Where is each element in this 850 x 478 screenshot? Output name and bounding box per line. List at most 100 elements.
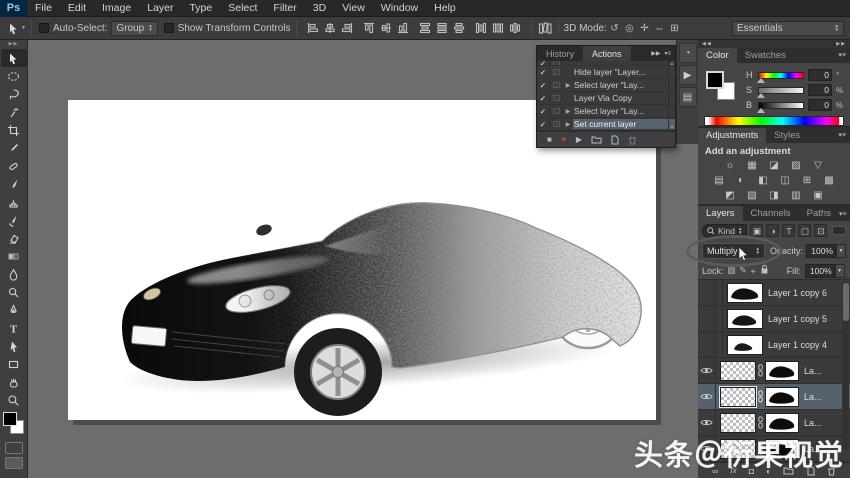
action-check[interactable]: ✓ — [537, 94, 550, 103]
distribute-left-edges-icon[interactable] — [473, 21, 489, 36]
filter-shape-layers-icon[interactable]: ▢ — [798, 224, 811, 237]
delete-action-icon[interactable] — [628, 135, 637, 145]
photo-filter-icon[interactable]: ◫ — [777, 174, 794, 187]
brightness-slider[interactable] — [758, 102, 804, 109]
action-dialog-toggle[interactable] — [550, 108, 563, 114]
filter-type-layers-icon[interactable]: T — [782, 224, 795, 237]
menu-layer[interactable]: Layer — [139, 0, 181, 17]
lock-position-icon[interactable]: + — [751, 266, 756, 276]
visibility-toggle[interactable] — [698, 410, 716, 435]
layer-thumbnail[interactable] — [727, 309, 763, 329]
document-canvas[interactable] — [68, 100, 656, 420]
play-action-button[interactable]: ▶ — [576, 135, 582, 144]
mask-link-icon[interactable] — [756, 364, 765, 377]
color-swatch-pair[interactable] — [706, 71, 740, 105]
eyedropper-tool[interactable] — [1, 139, 27, 157]
tab-actions[interactable]: Actions — [583, 46, 631, 61]
layer-thumbnail[interactable] — [720, 387, 756, 407]
menu-select[interactable]: Select — [220, 0, 265, 17]
distribute-horizontal-centers-icon[interactable] — [490, 21, 506, 36]
levels-icon[interactable]: ▦ — [744, 159, 761, 172]
filter-adjustment-layers-icon[interactable]: ◑ — [766, 224, 779, 237]
3d-pan-icon[interactable]: ✛ — [637, 23, 652, 34]
layer-row[interactable]: La... — [698, 436, 850, 462]
panel-menu-icon[interactable]: ▾≡ — [664, 50, 671, 57]
layer-mask-thumbnail[interactable] — [765, 361, 799, 381]
action-dialog-toggle[interactable] — [550, 121, 563, 127]
align-left-edges-icon[interactable] — [305, 21, 321, 36]
new-set-folder-icon[interactable] — [591, 135, 602, 144]
color-spectrum-ramp[interactable] — [704, 116, 844, 126]
dock-expand-icon[interactable]: ▶▶ — [836, 41, 846, 47]
foreground-color-swatch[interactable] — [706, 71, 724, 89]
color-lookup-icon[interactable]: ▩ — [821, 174, 838, 187]
action-dialog-toggle[interactable] — [550, 95, 563, 101]
menu-view[interactable]: View — [334, 0, 373, 17]
layer-row[interactable]: La... — [698, 410, 850, 436]
new-action-icon[interactable] — [611, 135, 619, 145]
shape-tool[interactable] — [1, 355, 27, 373]
add-layer-mask-icon[interactable]: ◘ — [749, 466, 754, 476]
layer-thumbnail[interactable] — [727, 335, 763, 355]
canvas-workspace[interactable]: History Actions ▶ ▶ ▾≡ ✓ ✓ — [28, 40, 698, 478]
curves-icon[interactable]: ◪ — [766, 159, 783, 172]
stop-recording-button[interactable]: ■ — [547, 135, 552, 144]
panel-menu-icon[interactable]: ▾≡ — [839, 206, 850, 221]
layer-row-selected[interactable]: La... — [698, 384, 850, 410]
tab-color[interactable]: Color — [698, 48, 737, 63]
clone-stamp-tool[interactable] — [1, 193, 27, 211]
lock-transparency-icon[interactable]: ▨ — [728, 265, 736, 276]
quick-select-tool[interactable] — [1, 103, 27, 121]
action-dialog-toggle[interactable] — [550, 69, 563, 75]
tab-history[interactable]: History — [537, 46, 583, 61]
layer-row[interactable]: Layer 1 copy 6 — [698, 280, 850, 306]
layer-row[interactable]: La... — [698, 358, 850, 384]
menu-window[interactable]: Window — [373, 0, 426, 17]
menu-3d[interactable]: 3D — [305, 0, 334, 17]
actions-panel-icon[interactable]: ▶ — [679, 65, 697, 85]
menu-help[interactable]: Help — [426, 0, 464, 17]
record-button[interactable]: ● — [561, 134, 567, 145]
gradient-tool[interactable] — [1, 247, 27, 265]
3d-orbit-icon[interactable]: ↺ — [607, 23, 622, 34]
filter-kind-dropdown[interactable]: Kind ▲▼ — [702, 224, 747, 238]
healing-brush-tool[interactable] — [1, 157, 27, 175]
dodge-tool[interactable] — [1, 283, 27, 301]
saturation-slider[interactable] — [758, 87, 804, 94]
align-vertical-centers-icon[interactable] — [378, 21, 394, 36]
history-panel-icon[interactable]: ◔ — [679, 43, 697, 63]
workspace-dropdown[interactable]: Essentials ▲▼ — [732, 21, 844, 36]
hue-value[interactable]: 0 — [808, 69, 832, 81]
dock-collapse-icon[interactable]: ◀◀ — [702, 41, 712, 47]
path-select-tool[interactable] — [1, 337, 27, 355]
layers-scrollbar[interactable] — [842, 282, 849, 450]
mask-link-icon[interactable] — [756, 416, 765, 429]
tab-paths[interactable]: Paths — [799, 206, 839, 221]
marquee-tool[interactable] — [1, 67, 27, 85]
action-row[interactable]: ✓ ▶ Select layer "Lay... — [537, 105, 675, 118]
color-balance-icon[interactable]: ◐ — [733, 174, 750, 187]
menu-file[interactable]: File — [27, 0, 60, 17]
tab-layers[interactable]: Layers — [698, 206, 743, 221]
black-white-icon[interactable]: ◧ — [755, 174, 772, 187]
mask-link-icon[interactable] — [756, 442, 765, 455]
lock-pixels-icon[interactable]: ✎ — [740, 265, 747, 276]
lasso-tool[interactable] — [1, 85, 27, 103]
action-check[interactable]: ✓ — [537, 81, 550, 90]
brush-tool[interactable] — [1, 175, 27, 193]
foreground-color-swatch[interactable] — [3, 412, 17, 426]
layer-thumbnail[interactable] — [727, 283, 763, 303]
mask-link-icon[interactable] — [756, 390, 765, 403]
distribute-top-edges-icon[interactable] — [417, 21, 433, 36]
filter-pixel-layers-icon[interactable]: ▣ — [750, 224, 763, 237]
threshold-icon[interactable]: ◨ — [766, 189, 783, 202]
align-top-edges-icon[interactable] — [361, 21, 377, 36]
layer-mask-thumbnail[interactable] — [765, 439, 799, 459]
action-row[interactable]: ✓ Layer Via Copy — [537, 92, 675, 105]
layer-row[interactable]: Layer 1 copy 5 — [698, 306, 850, 332]
screen-mode-button[interactable] — [5, 457, 23, 469]
move-tool[interactable] — [1, 49, 27, 67]
layer-thumbnail[interactable] — [720, 439, 756, 459]
visibility-toggle[interactable] — [698, 358, 716, 383]
3d-scale-icon[interactable]: ⊞ — [667, 23, 682, 34]
